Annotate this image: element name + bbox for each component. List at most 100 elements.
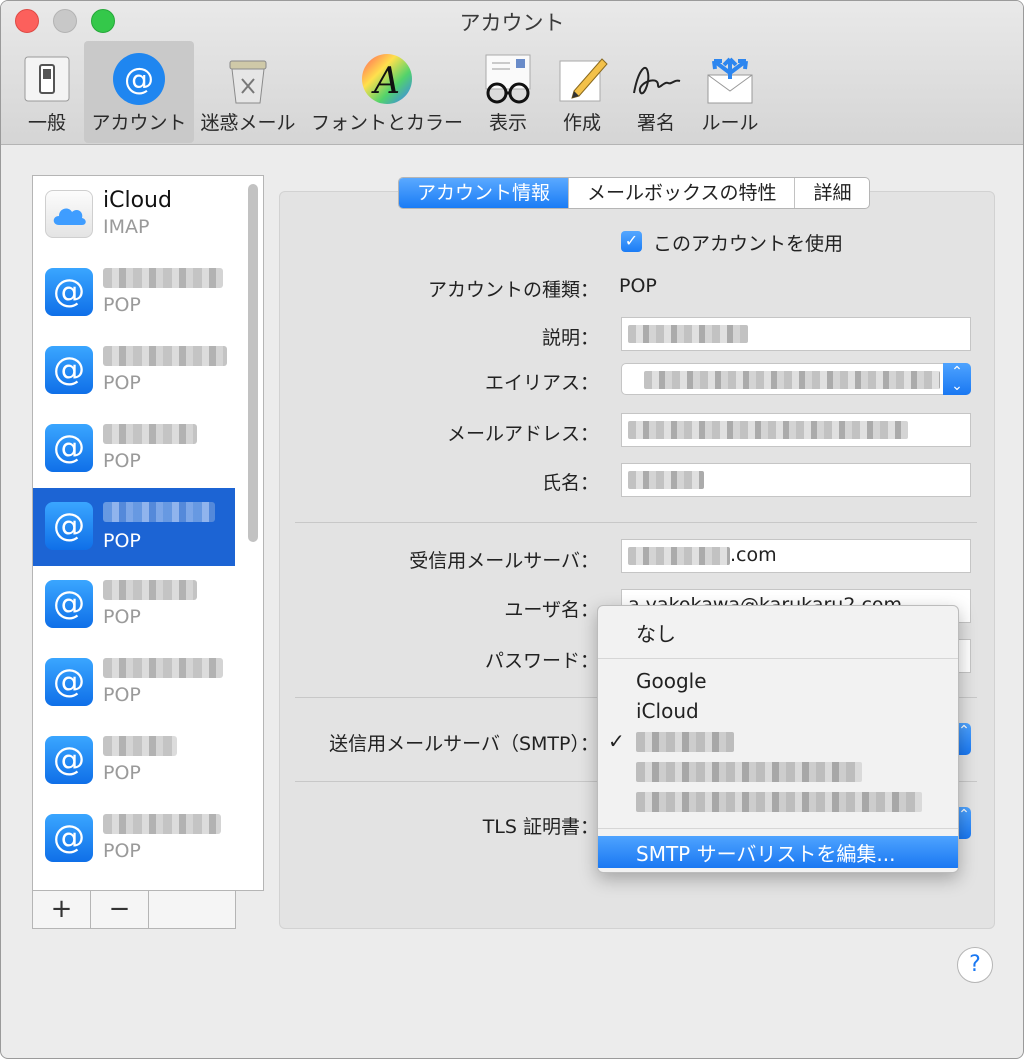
menu-item-edit-smtp-list[interactable]: SMTP サーバリストを編集... <box>598 836 958 868</box>
toolbar-label: 署名 <box>636 112 675 134</box>
enable-account-label: このアカウントを使用 <box>653 233 844 255</box>
at-sign-icon: @ <box>45 736 93 784</box>
menu-separator <box>598 828 958 829</box>
toolbar-label: 一般 <box>27 112 66 134</box>
tab-account-info[interactable]: アカウント情報 <box>399 178 570 208</box>
incoming-server-suffix: .com <box>730 544 777 566</box>
remove-account-button[interactable]: − <box>91 891 149 928</box>
account-item[interactable]: @ POP <box>33 722 235 800</box>
menu-item-redacted[interactable] <box>636 792 922 812</box>
svg-text:@: @ <box>124 62 154 97</box>
redacted-account-name <box>103 268 223 288</box>
smtp-popup-stepper[interactable]: ⌃ <box>957 723 971 755</box>
alias-popup[interactable]: ⌃ ⌄ <box>621 363 971 395</box>
tab-mailbox-behaviors[interactable]: メールボックスの特性 <box>569 178 796 208</box>
account-type: POP <box>103 294 141 316</box>
account-item-icloud[interactable]: iCloud IMAP <box>33 176 235 254</box>
toolbar-compose[interactable]: 作成 <box>551 41 613 143</box>
fullname-field[interactable] <box>621 463 971 497</box>
at-sign-icon: @ <box>45 502 93 550</box>
account-item-selected[interactable]: @ POP <box>33 488 235 566</box>
font-color-icon: A <box>362 54 412 104</box>
toolbar-view[interactable]: 表示 <box>475 41 541 143</box>
account-type: POP <box>103 450 141 472</box>
account-type: IMAP <box>103 216 150 238</box>
account-type: POP <box>103 530 141 552</box>
tab-advanced[interactable]: 詳細 <box>795 178 869 208</box>
checkmark-icon: ✓ <box>608 729 625 753</box>
account-item[interactable]: @ POP <box>33 410 235 488</box>
account-list[interactable]: iCloud IMAP @ POP @ POP @ POP @ POP @ PO… <box>32 175 264 891</box>
at-sign-icon: @ <box>45 658 93 706</box>
titlebar: アカウント 一般 @ アカウント 迷惑メール A フォントとカラー 表示 作成 … <box>1 1 1023 145</box>
icloud-icon <box>45 190 93 238</box>
toolbar-label: フォントとカラー <box>310 112 463 134</box>
toolbar-rules[interactable]: ルール <box>697 41 763 143</box>
scroll-thumb[interactable] <box>248 184 258 542</box>
at-sign-icon: @ <box>113 53 165 105</box>
at-sign-icon: @ <box>45 814 93 862</box>
account-type-value: POP <box>619 275 657 297</box>
svg-text:A: A <box>371 61 400 102</box>
account-item[interactable]: @ POP <box>33 332 235 410</box>
at-sign-icon: @ <box>45 580 93 628</box>
toolbar-label: 表示 <box>488 112 527 134</box>
tls-certificate-label: TLS 証明書： <box>482 816 599 838</box>
edit-smtp-list-label: SMTP サーバリストを編集... <box>636 842 896 866</box>
description-field[interactable] <box>621 317 971 351</box>
redacted-account-name <box>103 658 223 678</box>
description-label: 説明： <box>541 327 599 349</box>
account-item[interactable]: @ POP <box>33 566 235 644</box>
menu-item-none[interactable]: なし <box>636 618 676 647</box>
alias-label: エイリアス： <box>484 372 599 394</box>
add-account-button[interactable]: + <box>33 891 91 928</box>
menu-item-redacted[interactable] <box>636 762 862 782</box>
password-label: パスワード： <box>484 650 599 672</box>
toolbar-accounts[interactable]: @ アカウント <box>84 41 194 143</box>
fullname-label: 氏名： <box>541 472 599 494</box>
menu-separator <box>598 658 958 659</box>
account-type: POP <box>103 840 141 862</box>
email-field[interactable] <box>621 413 971 447</box>
toolbar-general[interactable]: 一般 <box>17 41 77 143</box>
account-item[interactable]: @ POP <box>33 644 235 722</box>
toolbar-junk[interactable]: 迷惑メール <box>199 41 297 143</box>
enable-account-checkbox[interactable]: ✓ <box>621 231 642 252</box>
junk-trash-icon <box>229 60 267 104</box>
menu-item-google[interactable]: Google <box>636 669 707 693</box>
incoming-server-field[interactable]: .com <box>621 539 971 573</box>
signature-icon <box>633 66 681 95</box>
account-type: POP <box>103 762 141 784</box>
tls-popup-stepper[interactable]: ⌃ <box>957 807 971 839</box>
account-list-scrollbar[interactable] <box>245 180 259 886</box>
at-sign-icon: @ <box>45 346 93 394</box>
toolbar-label: ルール <box>701 112 759 134</box>
account-type: POP <box>103 372 141 394</box>
account-item[interactable]: @ POP <box>33 254 235 332</box>
account-list-buttons: + − <box>32 891 236 929</box>
toolbar-fonts-colors[interactable]: A フォントとカラー <box>309 41 465 143</box>
view-glasses-icon <box>485 54 531 104</box>
redacted-account-name <box>103 736 177 756</box>
at-sign-icon: @ <box>45 424 93 472</box>
account-type: POP <box>103 606 141 628</box>
toolbar-label: アカウント <box>91 112 187 134</box>
incoming-server-label: 受信用メールサーバ： <box>409 550 599 572</box>
redacted-account-name <box>103 346 227 366</box>
general-switch-icon <box>24 56 70 102</box>
menu-item-redacted-selected[interactable] <box>636 732 734 752</box>
account-item[interactable]: @ POP <box>33 800 235 878</box>
rules-envelope-icon <box>707 57 753 104</box>
toolbar-signatures[interactable]: 署名 <box>621 41 691 143</box>
smtp-server-label: 送信用メールサーバ（SMTP）： <box>329 733 599 755</box>
account-type-label: アカウントの種類： <box>427 279 599 301</box>
divider <box>295 522 977 523</box>
redacted-account-name <box>103 424 197 444</box>
redacted-value <box>628 421 908 439</box>
help-button[interactable]: ? <box>957 947 993 983</box>
mail-preferences-window: アカウント 一般 @ アカウント 迷惑メール A フォントとカラー 表示 作成 … <box>0 0 1024 1059</box>
menu-item-icloud[interactable]: iCloud <box>636 699 699 723</box>
smtp-server-menu: なし Google iCloud ✓ SMTP サーバリストを編集... <box>597 605 959 873</box>
compose-pencil-icon <box>559 58 608 102</box>
redacted-value <box>628 325 748 343</box>
